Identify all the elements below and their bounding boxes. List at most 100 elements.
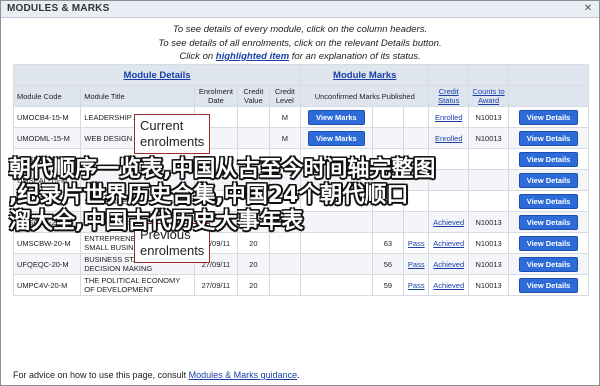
cell-result [403,190,430,212]
cell-mark: 56 [371,253,405,275]
cell-mark [371,169,405,191]
view-details-button[interactable]: View Details [518,130,579,146]
view-details-button[interactable]: View Details [518,172,579,188]
cell-marks-action [300,253,373,275]
window-title: MODULES & MARKS [7,3,110,14]
cell-marks-action [300,148,373,170]
cell-credit-status: Enrolled [428,106,470,128]
module-details-header-link[interactable]: Module Details [124,70,191,81]
table-row: UMODML-15-M WEB DESIGN F M View Marks Enroll… [12,127,589,149]
col-credit-level[interactable]: Credit Level [268,85,302,107]
guidance-link[interactable]: Modules & Marks guidance [189,370,298,380]
view-details-button[interactable]: View Details [518,109,579,125]
current-callout-line-1: Current [140,118,184,133]
instruction-line-3: Click on highlighted item for an explana… [1,50,599,64]
view-marks-button[interactable]: View Marks [307,130,365,146]
module-marks-header-link[interactable]: Module Marks [333,70,396,81]
footer-prefix: For advice on how to use this page, cons… [13,370,189,380]
cell-counts-to-award: N10013 [468,127,510,149]
cell-details-action: View Details [508,253,589,275]
cell-credit-value [237,190,270,212]
close-icon[interactable]: ✕ [581,2,595,15]
table-row: UMSCUF-20-M OPERATIONS Achieved N10013 View … [12,211,589,233]
view-details-button[interactable]: View Details [518,256,579,272]
cell-credit-value: 20 [237,274,270,296]
credit-status-link[interactable]: Achieved [433,281,464,290]
column-header-row: Module Code Module Title Enrolment Date … [12,85,589,107]
footer-note: For advice on how to use this page, cons… [13,370,300,380]
cell-module-code: UMSEAL-15-M [12,169,82,191]
cell-marks-action [300,274,373,296]
cell-counts-to-award: N10013 [468,106,510,128]
cell-result [403,106,430,128]
cell-module-code: UMSDAL-15-M [12,148,82,170]
current-callout-line-2: enrolments [140,134,205,149]
group-header-row: Module Details Module Marks [12,64,589,86]
credit-status-link[interactable]: Achieved [433,218,464,227]
cell-credit-value: 20 [237,253,270,275]
result-link[interactable]: Pass [408,260,425,269]
col-module-title[interactable]: Module Title [80,85,195,107]
cell-credit-level [268,148,302,170]
view-details-button[interactable]: View Details [518,214,579,230]
instruction-line-3-prefix: Click on [179,51,216,62]
cell-enrolment-date [193,169,239,191]
view-marks-button[interactable]: View Marks [307,109,365,125]
cell-result: Pass [403,274,430,296]
credit-status-link[interactable]: Achieved [433,260,464,269]
col-unconfirmed-marks[interactable]: Unconfirmed Marks Published [300,85,430,107]
col-enrolment-date[interactable]: Enrolment Date [193,85,239,107]
cell-mark [371,127,405,149]
cell-credit-status: Achieved [428,211,470,233]
cell-module-code: UMOCB4-15-M [12,106,82,128]
credit-status-link[interactable]: Enrolled [435,113,463,122]
cell-result: Pass [403,232,430,254]
cell-mark: 59 [371,274,405,296]
cell-marks-action: View Marks [300,106,373,128]
previous-enrolments-callout: Previous enrolments [134,223,211,263]
view-details-button[interactable]: View Details [518,235,579,251]
highlighted-item-link[interactable]: highlighted item [216,51,289,62]
view-details-button[interactable]: View Details [518,151,579,167]
col-credit-value[interactable]: Credit Value [237,85,270,107]
cell-credit-level [268,274,302,296]
cell-result [403,169,430,191]
result-link[interactable]: Pass [408,281,425,290]
cell-details-action: View Details [508,232,589,254]
cell-marks-action [300,232,373,254]
cell-mark [371,106,405,128]
cell-credit-level: M [268,106,302,128]
table-row: UMSEAL-15-M View Details [12,169,589,191]
cell-result [403,127,430,149]
current-enrolments-callout: Current enrolments [134,114,211,154]
cell-credit-status: Achieved [428,232,470,254]
cell-marks-action [300,169,373,191]
result-link[interactable]: Pass [408,239,425,248]
footer-suffix: . [297,370,300,380]
credit-status-link[interactable]: Enrolled [435,134,463,143]
cell-credit-level [268,253,302,275]
credit-status-link[interactable]: Achieved [433,239,464,248]
instruction-line-2: To see details of all enrolments, click … [158,37,442,49]
cell-module-title: THE POLITICAL ECONOMY OF DEVELOPMENT [80,274,195,296]
cell-credit-status: Achieved [428,274,470,296]
modules-marks-window: MODULES & MARKS ✕ To see details of ever… [0,0,600,386]
modules-table: Module Details Module Marks Module Code … [12,64,589,296]
view-details-button[interactable]: View Details [518,277,579,293]
cell-credit-value: 20 [237,232,270,254]
cell-module-code: UMPC4V-20-M [12,274,82,296]
col-counts-to-award[interactable]: Counts to Award [473,87,505,105]
cell-credit-status [428,190,470,212]
instruction-line-3-suffix: for an explanation of its status. [289,51,421,62]
cell-counts-to-award [468,148,510,170]
cell-result [403,148,430,170]
col-module-code[interactable]: Module Code [12,85,82,107]
view-details-button[interactable]: View Details [518,193,579,209]
cell-credit-value [237,148,270,170]
cell-module-code: UMSCBW-20-M [12,232,82,254]
col-credit-status[interactable]: Credit Status [438,87,459,105]
previous-callout-line-2: enrolments [140,243,205,258]
table-row: UMSDAL-15-M View Details [12,148,589,170]
cell-credit-level [268,169,302,191]
cell-details-action: View Details [508,127,589,149]
